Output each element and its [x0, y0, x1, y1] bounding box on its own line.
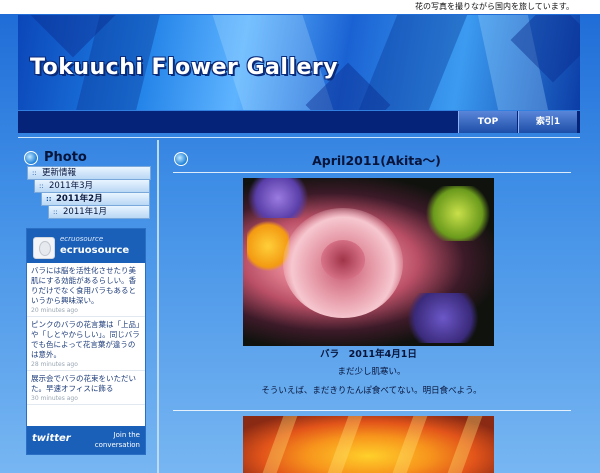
tweet-item: ピンクのバラの花言葉は「上品」や「しとやからしい」。同じバラでも色によって花言葉… — [27, 317, 145, 371]
tweet-time[interactable]: 28 minutes ago — [31, 361, 141, 368]
site-title[interactable]: Tokuuchi Flower Gallery — [30, 55, 338, 80]
entry-text: そういえば、まだきりたんぽ食べてない。明日食べよう。 — [261, 386, 482, 396]
tweet-item: バラには脳を活性化させたり美肌にする効能があるらしい。香りだけでなく食用バラもあ… — [27, 263, 145, 317]
photo-caption: バラ 2011年4月1日 — [320, 349, 417, 360]
photo-detail — [327, 416, 363, 473]
nav-item-index[interactable]: 索引1 — [518, 111, 577, 133]
bullet-icon — [24, 150, 38, 165]
flower-photo[interactable] — [243, 416, 494, 473]
twitter-name[interactable]: ecruosource — [60, 245, 129, 256]
photo-detail — [403, 293, 483, 343]
menu-item-2011-01[interactable]: 2011年1月 — [48, 205, 150, 219]
photo-detail — [447, 416, 483, 473]
tweet-text: ピンクのバラの花言葉は「上品」や「しとやからしい」。同じバラでも色によって花言葉… — [31, 320, 140, 359]
tweet-time[interactable]: 30 minutes ago — [31, 395, 141, 402]
divider — [173, 410, 571, 411]
tweet-time[interactable]: 20 minutes ago — [31, 307, 141, 314]
menu-item-2011-02[interactable]: 2011年2月 — [41, 192, 150, 206]
tweet-text: バラには脳を活性化させたり美肌にする効能があるらしい。香りだけでなく食用バラもあ… — [31, 266, 137, 305]
twitter-handle[interactable]: ecruosource — [60, 235, 103, 243]
photo-detail — [392, 416, 428, 473]
twitter-logo-icon[interactable]: twitter — [32, 433, 71, 444]
divider — [18, 137, 580, 138]
tweet-text: 展示会でバラの花束をいただいた。早速オフィスに飾る — [31, 374, 136, 393]
sidebar-heading-label: Photo — [44, 150, 87, 165]
menu-item-updates[interactable]: 更新情報 — [27, 166, 151, 180]
site-tagline: 花の写真を撮りながら国内を旅しています。 — [0, 0, 600, 14]
tweet-item: 展示会でバラの花束をいただいた。早速オフィスに飾る 30 minutes ago — [27, 371, 145, 405]
photo-detail — [243, 178, 313, 218]
join-conversation-link[interactable]: Join the conversation — [85, 430, 140, 450]
bullet-icon — [174, 152, 188, 166]
photo-detail — [321, 240, 365, 280]
twitter-widget: ecruosource ecruosource バラには脳を活性化させたり美肌に… — [26, 228, 146, 455]
main-navigation: TOP 索引1 — [18, 111, 580, 133]
menu-item-2011-03[interactable]: 2011年3月 — [34, 179, 150, 193]
photo-detail — [262, 416, 298, 473]
entry-text: まだ少し肌寒い。 — [337, 367, 406, 377]
rose-photo[interactable] — [243, 178, 494, 346]
divider — [157, 140, 159, 473]
entry-header: April2011(Akita～) — [174, 150, 569, 169]
twitter-widget-footer: twitter Join the conversation — [27, 426, 145, 454]
avatar[interactable] — [33, 237, 55, 259]
entry-title: April2011(Akita～) — [312, 153, 441, 168]
photo-detail — [423, 186, 493, 241]
site-banner[interactable]: Tokuuchi Flower Gallery — [18, 15, 580, 110]
twitter-widget-header: ecruosource ecruosource — [27, 229, 145, 263]
nav-item-top[interactable]: TOP — [458, 111, 517, 133]
divider — [173, 172, 571, 173]
sidebar-heading: Photo — [24, 150, 87, 165]
